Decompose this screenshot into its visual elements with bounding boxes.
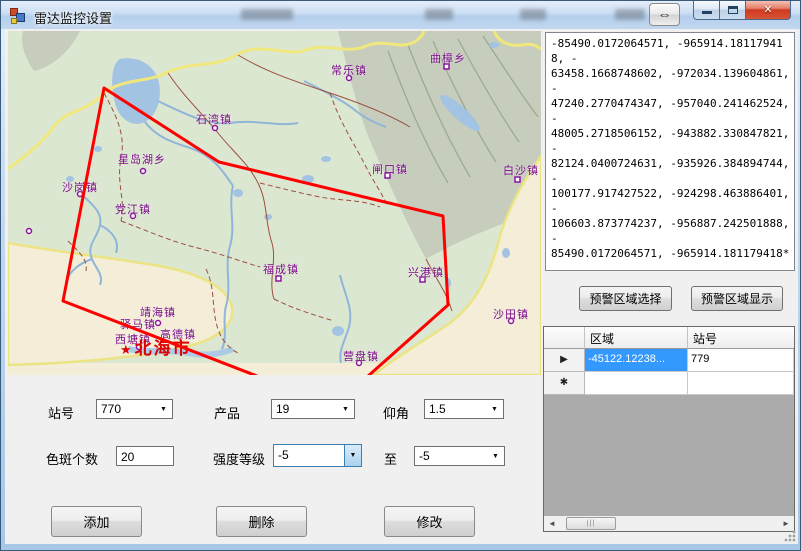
elevation-combobox[interactable]: 1.5 ▼ (424, 399, 504, 419)
warning-area-display-button[interactable]: 预警区域显示 (691, 286, 783, 311)
chevron-down-icon[interactable]: ▼ (487, 447, 504, 465)
cell-station-empty[interactable] (688, 372, 794, 395)
spots-label: 色斑个数 (46, 449, 98, 468)
cell-area[interactable]: -45122.12238... (585, 349, 688, 372)
spots-input[interactable] (116, 446, 174, 466)
intensity-to-combobox[interactable]: -5 ▼ (414, 446, 505, 466)
cell-area-empty[interactable] (585, 372, 688, 395)
maximize-icon (728, 6, 738, 14)
blurred-text (520, 9, 546, 20)
resize-grip[interactable] (784, 530, 796, 542)
scroll-grip-icon: ||| (587, 520, 595, 527)
window-title: 雷达监控设置 (34, 8, 112, 27)
warning-region-polygon (63, 88, 448, 375)
minimize-button[interactable] (693, 1, 720, 20)
grid-column-area[interactable]: 区域 (585, 327, 688, 349)
minimize-icon (702, 11, 712, 14)
scroll-right-icon[interactable]: ► (778, 519, 794, 528)
blurred-text (425, 9, 453, 20)
app-icon (10, 8, 26, 24)
swap-arrows-button[interactable]: ⇔ (649, 3, 680, 26)
modify-button[interactable]: 修改 (384, 506, 475, 537)
warning-area-select-button[interactable]: 预警区域选择 (579, 286, 672, 311)
elevation-label: 仰角 (383, 403, 409, 422)
close-icon: ✕ (746, 3, 790, 16)
grid-corner-cell[interactable] (544, 327, 585, 349)
regions-datagrid[interactable]: 区域 站号 ▶ -45122.12238... 779 ✱ ◄ ||| ► (543, 326, 795, 532)
chevron-down-icon[interactable]: ▼ (344, 445, 361, 466)
blurred-text (241, 9, 293, 20)
cell-station[interactable]: 779 (688, 349, 794, 372)
coordinates-textbox[interactable]: -85490.0172064571, -965914.181179418, - … (545, 32, 795, 271)
new-row-indicator: ✱ (544, 372, 585, 395)
grid-horizontal-scrollbar[interactable]: ◄ ||| ► (544, 516, 794, 531)
table-row[interactable]: ▶ -45122.12238... 779 (544, 349, 794, 372)
blurred-text (615, 9, 645, 20)
close-button[interactable]: ✕ (746, 1, 791, 20)
chevron-down-icon[interactable]: ▼ (486, 400, 503, 418)
maximize-button[interactable] (720, 1, 746, 20)
grid-column-station[interactable]: 站号 (688, 327, 794, 349)
delete-button[interactable]: 删除 (216, 506, 307, 537)
titlebar[interactable]: 雷达监控设置 ⇔ ✕ (1, 1, 801, 29)
intensity-combobox[interactable]: -5 ▼ (273, 444, 362, 467)
to-label: 至 (384, 449, 397, 468)
scroll-left-icon[interactable]: ◄ (544, 519, 560, 528)
warning-polygon-layer (8, 31, 541, 375)
map-view[interactable]: 石湾镇 星岛湖乡 沙岗镇 党江镇 常乐镇 曲樟乡 闸口镇 白沙镇 福成镇 兴港镇… (8, 31, 541, 375)
station-combobox[interactable]: 770 ▼ (96, 399, 173, 419)
add-button[interactable]: 添加 (51, 506, 142, 537)
product-combobox[interactable]: 19 ▼ (271, 399, 355, 419)
swap-arrows-icon: ⇔ (658, 6, 672, 22)
grid-header-row: 区域 站号 (544, 327, 794, 349)
chevron-down-icon[interactable]: ▼ (337, 400, 354, 418)
table-row-new[interactable]: ✱ (544, 372, 794, 395)
scrollbar-thumb[interactable]: ||| (566, 517, 616, 530)
station-label: 站号 (48, 403, 74, 422)
intensity-label: 强度等级 (213, 449, 265, 468)
product-label: 产品 (214, 403, 240, 422)
current-row-indicator: ▶ (544, 349, 585, 372)
client-area: 石湾镇 星岛湖乡 沙岗镇 党江镇 常乐镇 曲樟乡 闸口镇 白沙镇 福成镇 兴港镇… (5, 29, 798, 544)
chevron-down-icon[interactable]: ▼ (155, 400, 172, 418)
radar-settings-window: 雷达监控设置 ⇔ ✕ (0, 0, 801, 551)
